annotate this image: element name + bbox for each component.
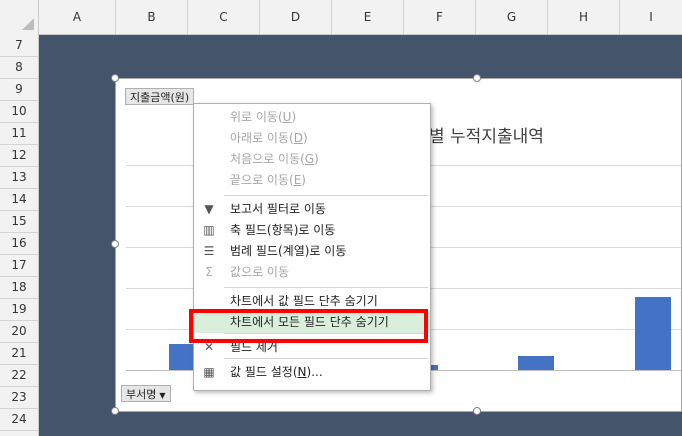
row-header-15[interactable]: 15 [0,210,38,233]
menu-item[interactable]: 아래로 이동(D) [194,128,430,149]
column-header-f[interactable]: F [404,0,476,34]
menu-item-label: 범례 필드(계열)로 이동 [230,241,346,262]
menu-item-text: 보고서 필터로 이동 [230,202,326,216]
row-header-21[interactable]: 21 [0,342,38,365]
resize-handle-bottom-left[interactable] [111,407,119,415]
menu-item-label: 보고서 필터로 이동 [230,199,326,220]
row-header-23[interactable]: 23 [0,386,38,409]
column-header-d[interactable]: D [260,0,332,34]
menu-item-label: 끝으로 이동(E) [230,173,306,187]
column-header-b[interactable]: B [116,0,188,34]
menu-item-text: 위로 이동 [230,110,278,124]
menu-separator [224,358,428,359]
row-header-8[interactable]: 8 [0,56,38,79]
value-field-button[interactable]: 지출금액(원) [125,88,195,105]
spreadsheet: A B C D E F G H I 7 8 9 10 11 12 13 14 1… [0,0,682,436]
menu-item-text: 값 필드 설정 [230,365,293,379]
menu-item-mnemonic: U [282,110,292,124]
menu-item-text: 아래로 이동 [230,131,290,145]
menu-item-mnemonic: D [293,131,303,145]
menu-separator [224,287,428,288]
row-header-10[interactable]: 10 [0,100,38,123]
row-header-20[interactable]: 20 [0,320,38,343]
column-header-h[interactable]: H [548,0,620,34]
axis-field-icon: ▥ [203,223,215,237]
column-header-e[interactable]: E [332,0,404,34]
row-header-7[interactable]: 7 [0,34,38,57]
menu-item-label: 축 필드(항목)로 이동 [230,220,335,241]
column-header-a[interactable]: A [39,0,116,34]
row-header-bar: 7 8 9 10 11 12 13 14 15 16 17 18 19 20 2… [0,34,39,436]
resize-handle-bottom-center[interactable] [473,407,481,415]
row-header-22[interactable]: 22 [0,364,38,387]
menu-item-label: 값 필드 설정(N)... [230,365,323,379]
menu-item-text: 끝으로 이동 [230,173,290,187]
row-header-14[interactable]: 14 [0,188,38,211]
column-header-i[interactable]: I [620,0,682,34]
resize-handle-middle-left[interactable] [111,240,119,248]
value-field-label: 지출금액(원) [130,91,190,104]
menu-item[interactable]: Σ 값으로 이동 [194,262,430,283]
sigma-icon: Σ [205,265,213,279]
menu-item-text: 값으로 이동 [230,265,290,279]
menu-item-text: 차트에서 값 필드 단추 숨기기 [230,294,378,308]
menu-item-label: 아래로 이동(D) [230,131,308,145]
resize-handle-top-center[interactable] [473,74,481,82]
menu-item-label: 위로 이동(U) [230,110,297,124]
menu-item[interactable]: 끝으로 이동(E) [194,170,430,191]
menu-item-mnemonic: E [293,173,302,187]
menu-item-text: 축 필드(항목)로 이동 [230,223,336,237]
menu-item-suffix: ... [311,365,323,379]
menu-item-label: 값으로 이동 [230,262,289,283]
menu-item[interactable]: 처음으로 이동(G) [194,149,430,170]
row-header-13[interactable]: 13 [0,166,38,189]
row-header-11[interactable]: 11 [0,122,38,145]
chart-title[interactable]: 별 누적지출내역 [429,122,544,147]
column-header-c[interactable]: C [188,0,260,34]
menu-item[interactable]: ☰ 범례 필드(계열)로 이동 [194,241,430,262]
context-menu: 위로 이동(U) 아래로 이동(D) 처음으로 이동(G) 끝으로 이동(E) ▼ 보고서… [193,103,431,391]
dropdown-arrow-icon: ▼ [159,391,166,400]
menu-item-label: 처음으로 이동(G) [230,152,319,166]
row-header-16[interactable]: 16 [0,232,38,255]
menu-item-mnemonic: N [297,365,307,379]
column-header-g[interactable]: G [476,0,548,34]
menu-item-mnemonic: G [304,152,315,166]
row-header-17[interactable]: 17 [0,254,38,277]
column-header-bar: A B C D E F G H I [0,0,682,35]
row-header-9[interactable]: 9 [0,78,38,101]
bar[interactable] [518,356,554,370]
menu-item-text: 범례 필드(계열)로 이동 [230,244,347,258]
menu-item[interactable]: 위로 이동(U) [194,107,430,128]
axis-field-label: 부서명 [126,388,157,401]
resize-handle-top-left[interactable] [111,74,119,82]
legend-field-icon: ☰ [203,244,215,258]
axis-field-button[interactable]: 부서명 ▼ [121,385,171,402]
menu-item[interactable]: ▦ 값 필드 설정(N)... [194,362,430,383]
row-header-18[interactable]: 18 [0,276,38,299]
row-header-24[interactable]: 24 [0,408,38,431]
row-header-19[interactable]: 19 [0,298,38,321]
annotation-highlight-box [189,309,428,343]
menu-item[interactable]: ▼ 보고서 필터로 이동 [194,199,430,220]
row-header-12[interactable]: 12 [0,144,38,167]
filter-icon: ▼ [204,202,214,216]
bar[interactable] [635,297,671,370]
menu-separator [224,195,428,196]
select-all-corner[interactable] [0,0,39,34]
field-settings-icon: ▦ [203,365,215,379]
menu-item[interactable]: ▥ 축 필드(항목)로 이동 [194,220,430,241]
menu-item-text: 처음으로 이동 [230,152,301,166]
